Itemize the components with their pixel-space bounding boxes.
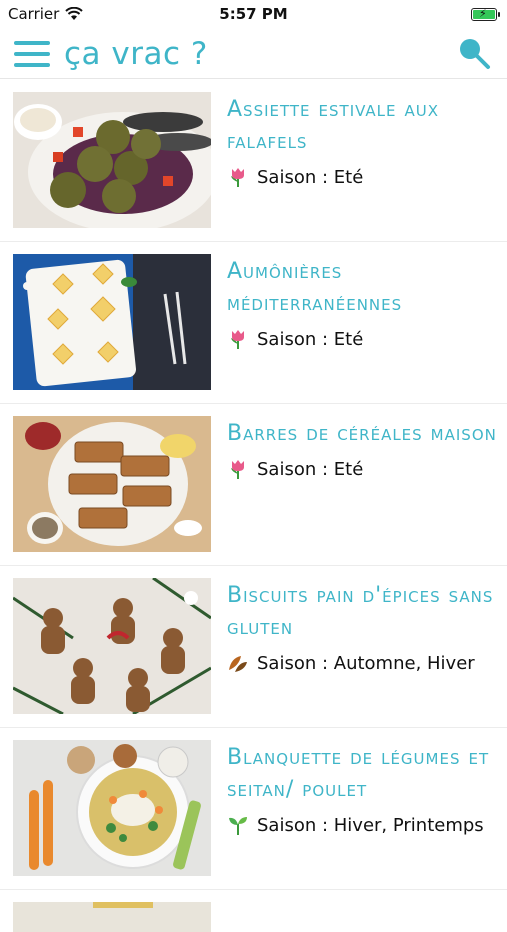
season-label: Saison : Hiver, Printemps <box>257 814 484 836</box>
tulip-icon <box>231 168 244 187</box>
nav-bar: ça vrac ? <box>0 30 507 79</box>
recipe-thumbnail <box>13 740 211 876</box>
recipe-title: Aumônières méditerranéennes <box>227 259 403 316</box>
season-label: Saison : Eté <box>257 166 364 188</box>
season-label: Saison : Automne, Hiver <box>257 652 475 674</box>
autumn-leaves-icon <box>229 656 247 672</box>
recipe-thumbnail <box>13 416 211 552</box>
recipe-row[interactable]: Biscuits pain d'épices sans gluten Saiso… <box>0 566 507 728</box>
menu-icon[interactable] <box>14 41 50 67</box>
recipe-info: Aumônières méditerranéennes Saison : Eté <box>227 256 497 350</box>
recipe-season: Saison : Hiver, Printemps <box>227 814 497 836</box>
recipe-season: Saison : Eté <box>227 166 497 188</box>
recipe-title: Biscuits pain d'épices sans gluten <box>227 583 494 640</box>
recipe-row[interactable]: Blanquette de légumes et seitan/ poulet … <box>0 728 507 890</box>
recipe-list: Assiette estivale aux falafels Saison : … <box>0 80 507 932</box>
recipe-info: Biscuits pain d'épices sans gluten Saiso… <box>227 580 497 674</box>
season-label: Saison : Eté <box>257 458 364 480</box>
recipe-row[interactable]: Barres de céréales maison Saison : Eté <box>0 404 507 566</box>
recipe-thumbnail <box>13 92 211 228</box>
season-label: Saison : Eté <box>257 328 364 350</box>
recipe-info: Barres de céréales maison Saison : Eté <box>227 418 497 480</box>
recipe-row[interactable]: Aumônières méditerranéennes Saison : Eté <box>0 242 507 404</box>
tulip-icon <box>231 460 244 479</box>
recipe-title: Blanquette de légumes et seitan/ poulet <box>227 745 490 802</box>
app-title: ça vrac ? <box>64 36 208 72</box>
recipe-title: Barres de céréales maison <box>227 421 497 446</box>
recipe-season: Saison : Eté <box>227 458 497 480</box>
recipe-info: Assiette estivale aux falafels Saison : … <box>227 94 497 188</box>
recipe-season: Saison : Automne, Hiver <box>227 652 497 674</box>
status-bar: Carrier 5:57 PM ⚡ <box>0 0 507 28</box>
recipe-row[interactable]: Assiette estivale aux falafels Saison : … <box>0 80 507 242</box>
recipe-row[interactable] <box>0 890 507 932</box>
recipe-thumbnail <box>13 254 211 390</box>
search-icon[interactable] <box>457 36 491 70</box>
recipe-info: Blanquette de légumes et seitan/ poulet … <box>227 742 497 836</box>
recipe-title: Assiette estivale aux falafels <box>227 97 440 154</box>
clock: 5:57 PM <box>219 5 288 23</box>
recipe-season: Saison : Eté <box>227 328 497 350</box>
seedling-icon <box>229 817 247 835</box>
recipe-thumbnail <box>13 902 211 932</box>
tulip-icon <box>231 330 244 349</box>
recipe-thumbnail <box>13 578 211 714</box>
battery-icon: ⚡ <box>471 7 500 21</box>
